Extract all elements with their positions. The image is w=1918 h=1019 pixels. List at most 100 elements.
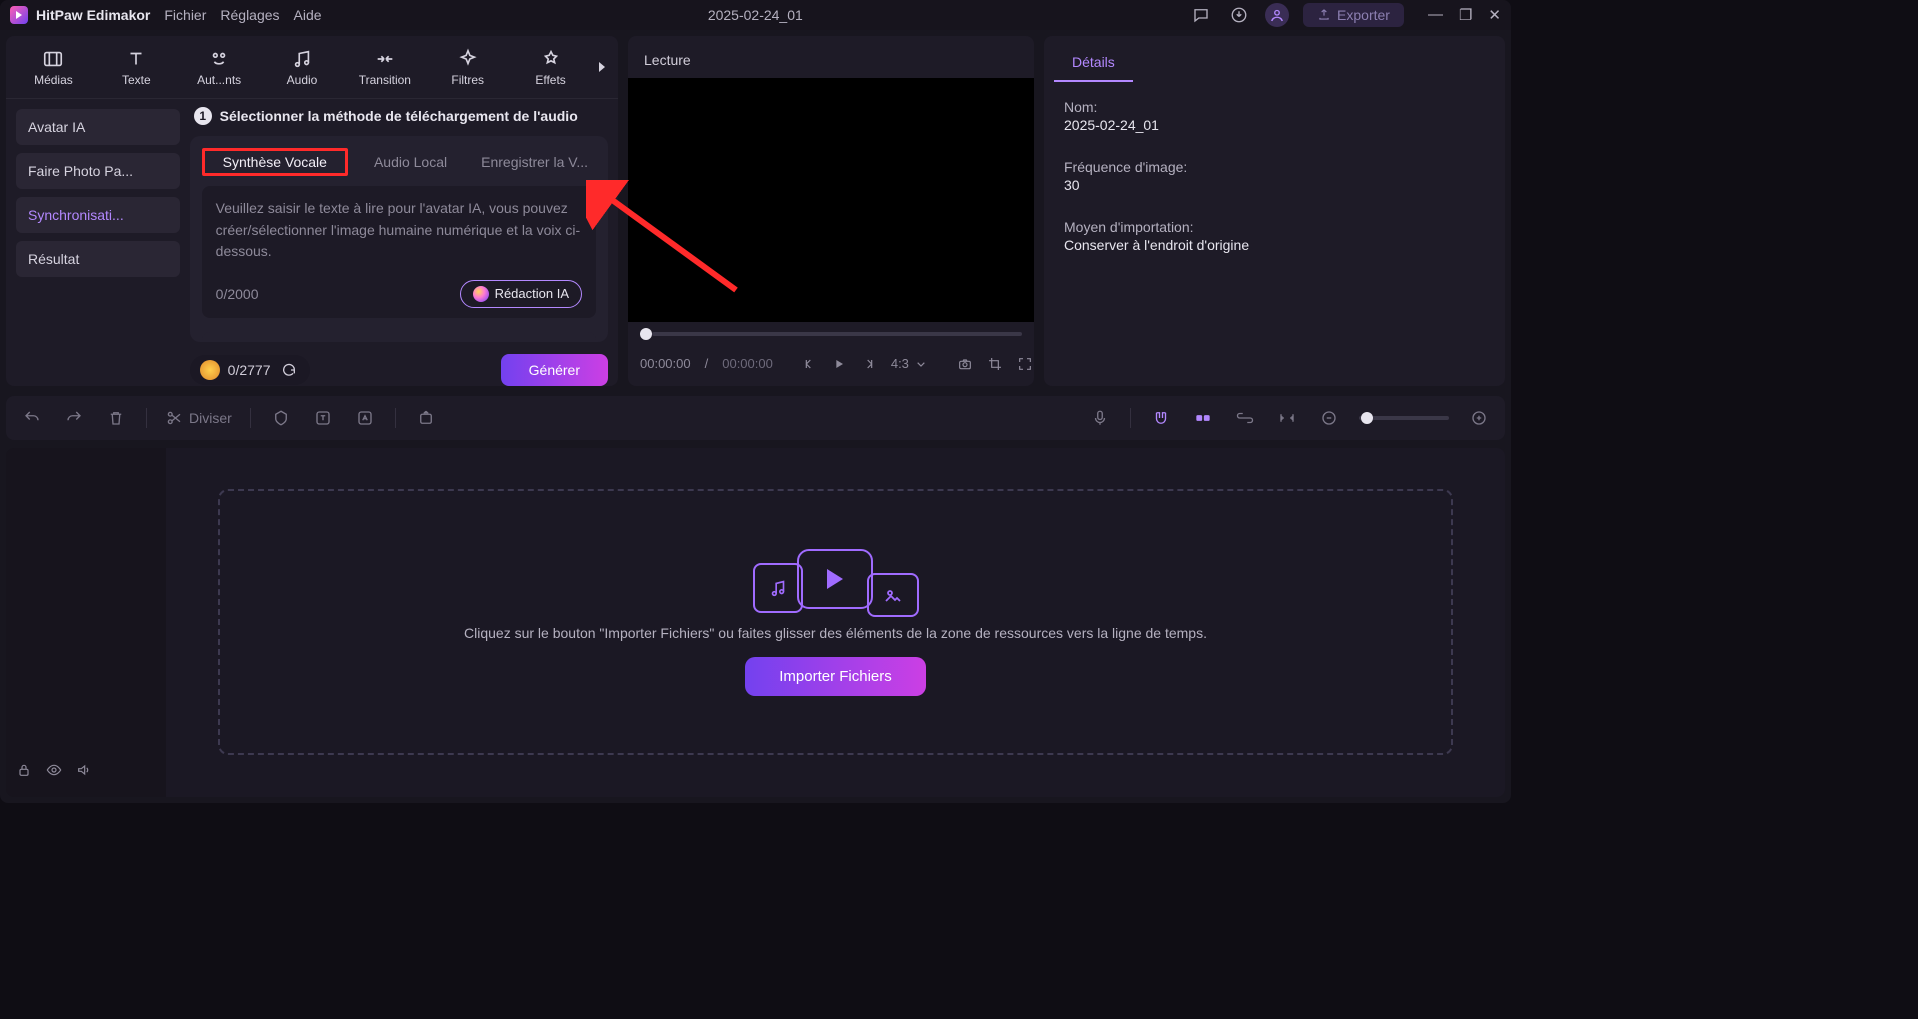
step-text: Sélectionner la méthode de téléchargemen… (220, 108, 578, 124)
details-fps-label: Fréquence d'image: (1064, 159, 1485, 175)
video-icon (797, 549, 873, 609)
details-fps-value: 30 (1064, 177, 1485, 193)
voice-select[interactable]: Sélectionnez la voix d'Avatar (202, 332, 596, 342)
preview-title: Lecture (628, 36, 1034, 78)
split-button[interactable]: Diviser (165, 409, 232, 427)
menu-help[interactable]: Aide (294, 7, 322, 23)
account-icon[interactable] (1265, 3, 1289, 27)
refresh-credits-button[interactable] (278, 359, 300, 381)
tts-textarea[interactable]: Veuillez saisir le texte à lire pour l'a… (202, 186, 596, 318)
marker-icon[interactable] (269, 406, 293, 430)
track-labels (6, 448, 166, 798)
fullscreen-icon[interactable] (1017, 352, 1033, 376)
subtab-enregistrer-voix[interactable]: Enregistrer la V... (473, 148, 596, 176)
window-maximize-icon[interactable]: ❐ (1459, 6, 1472, 24)
redo-icon[interactable] (62, 406, 86, 430)
export-label: Exporter (1337, 7, 1390, 23)
details-name-label: Nom: (1064, 99, 1485, 115)
download-icon[interactable] (1227, 3, 1251, 27)
next-frame-icon[interactable] (861, 352, 877, 376)
play-icon[interactable] (831, 352, 847, 376)
time-total: 00:00:00 (722, 356, 773, 371)
title-bar: HitPaw Edimakor Fichier Réglages Aide 20… (0, 0, 1511, 30)
zoom-out-icon[interactable] (1317, 406, 1341, 430)
credit-value: 0/2777 (228, 362, 271, 378)
timeline-dropzone[interactable]: Cliquez sur le bouton "Importer Fichiers… (218, 489, 1454, 755)
window-close-icon[interactable]: ✕ (1488, 6, 1501, 24)
tts-placeholder: Veuillez saisir le texte à lire pour l'a… (216, 198, 582, 263)
coin-icon (200, 360, 220, 380)
tooltab-text[interactable]: Texte (95, 48, 178, 87)
track-lock-icon[interactable] (16, 762, 32, 781)
prev-frame-icon[interactable] (801, 352, 817, 376)
zoom-in-icon[interactable] (1467, 406, 1491, 430)
timeline-toolbar: Diviser (6, 396, 1505, 440)
details-name-value: 2025-02-24_01 (1064, 117, 1485, 133)
sidenav-avatar-ia[interactable]: Avatar IA (16, 109, 180, 145)
track-mute-icon[interactable] (76, 762, 92, 781)
sidenav-synchronisation[interactable]: Synchronisati... (16, 197, 180, 233)
audio-method-tabs: Synthèse Vocale Audio Local Enregistrer … (202, 148, 596, 176)
step-number: 1 (194, 107, 212, 125)
delete-icon[interactable] (104, 406, 128, 430)
menu-file[interactable]: Fichier (164, 7, 206, 23)
export-clip-icon[interactable] (414, 406, 438, 430)
autocut-icon[interactable] (1191, 406, 1215, 430)
generate-button[interactable]: Générer (501, 354, 608, 386)
dropzone-illustration (747, 549, 925, 609)
subtab-audio-local[interactable]: Audio Local (366, 148, 455, 176)
details-import-label: Moyen d'importation: (1064, 219, 1485, 235)
zoom-slider[interactable] (1359, 416, 1449, 420)
tooltab-audio[interactable]: Audio (261, 48, 344, 87)
left-panel: Médias Texte Aut...nts Audio Transition … (6, 36, 618, 386)
menu-settings[interactable]: Réglages (220, 7, 279, 23)
import-files-button[interactable]: Importer Fichiers (745, 657, 926, 696)
scrub-bar[interactable] (628, 322, 1034, 346)
magnet-icon[interactable] (1149, 406, 1173, 430)
scrub-track[interactable] (652, 332, 1022, 336)
sidenav-resultat[interactable]: Résultat (16, 241, 180, 277)
image-icon (867, 573, 919, 617)
dropzone-text: Cliquez sur le bouton "Importer Fichiers… (464, 625, 1207, 641)
feedback-icon[interactable] (1189, 3, 1213, 27)
snapshot-icon[interactable] (957, 352, 973, 376)
mic-icon[interactable] (1088, 406, 1112, 430)
ai-orb-icon (473, 286, 489, 302)
side-nav: Avatar IA Faire Photo Pa... Synchronisat… (6, 99, 190, 386)
tooltab-media[interactable]: Médias (12, 48, 95, 87)
tool-tabs: Médias Texte Aut...nts Audio Transition … (6, 36, 618, 99)
scrub-knob[interactable] (640, 328, 652, 340)
window-minimize-icon[interactable]: — (1428, 6, 1443, 24)
crop-icon[interactable] (987, 352, 1003, 376)
char-counter: 0/2000 (216, 286, 259, 302)
track-visibility-icon[interactable] (46, 762, 62, 781)
timeline-canvas[interactable]: Cliquez sur le bouton "Importer Fichiers… (166, 448, 1505, 798)
sidenav-faire-photo[interactable]: Faire Photo Pa... (16, 153, 180, 189)
details-import-value: Conserver à l'endroit d'origine (1064, 237, 1485, 253)
details-panel: Détails Nom: 2025-02-24_01 Fréquence d'im… (1044, 36, 1505, 386)
undo-icon[interactable] (20, 406, 44, 430)
app-logo-icon (10, 6, 28, 24)
preview-panel: Lecture 00:00:00 / 00:00:00 4:3 (628, 36, 1034, 386)
tooltab-filters[interactable]: Filtres (426, 48, 509, 87)
subtab-synthese-vocale[interactable]: Synthèse Vocale (202, 148, 348, 176)
export-button[interactable]: Exporter (1303, 3, 1404, 27)
text-tool-icon[interactable] (311, 406, 335, 430)
tooltab-stickers[interactable]: Aut...nts (178, 48, 261, 87)
step-heading: 1 Sélectionner la méthode de téléchargem… (190, 99, 608, 136)
ai-write-button[interactable]: Rédaction IA (460, 280, 582, 308)
time-current: 00:00:00 (640, 356, 691, 371)
credit-counter: 0/2777 (190, 355, 311, 385)
tab-details[interactable]: Détails (1054, 44, 1133, 82)
tooltab-more-icon[interactable] (592, 60, 612, 74)
preview-screen[interactable] (628, 78, 1034, 322)
app-name: HitPaw Edimakor (36, 7, 150, 23)
tooltab-transition[interactable]: Transition (343, 48, 426, 87)
tooltab-effects[interactable]: Effets (509, 48, 592, 87)
fit-width-icon[interactable] (1275, 406, 1299, 430)
link-icon[interactable] (1233, 406, 1257, 430)
music-icon (753, 563, 803, 613)
aspect-ratio-select[interactable]: 4:3 (891, 356, 929, 372)
document-title: 2025-02-24_01 (322, 7, 1189, 23)
ai-tool-icon[interactable] (353, 406, 377, 430)
